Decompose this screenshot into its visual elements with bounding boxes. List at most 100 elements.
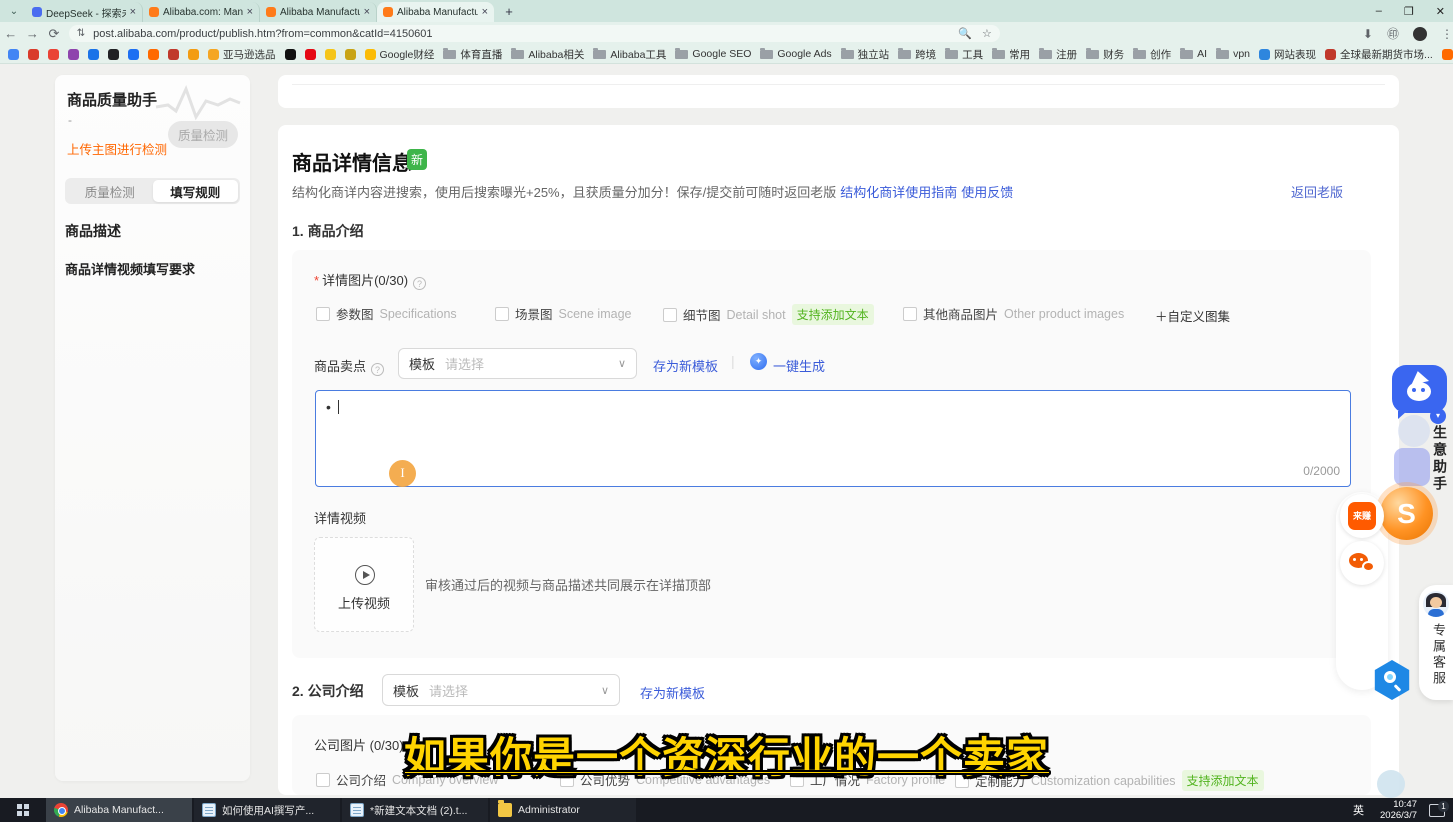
tab-close-icon[interactable] bbox=[482, 6, 488, 18]
bookmark-item[interactable]: 工具 bbox=[945, 47, 983, 62]
ai-generate-icon[interactable] bbox=[750, 353, 767, 370]
extension-icon[interactable] bbox=[1187, 28, 1199, 40]
tray-icon[interactable] bbox=[1205, 804, 1217, 816]
bookmark-item[interactable] bbox=[68, 49, 79, 60]
tab-close-icon[interactable] bbox=[247, 6, 253, 18]
tray-icon[interactable] bbox=[1277, 804, 1289, 816]
browser-tab[interactable]: Alibaba Manufacturer Direct... bbox=[377, 2, 494, 22]
bookmark-item[interactable]: Google SEO bbox=[675, 48, 751, 60]
skype-badge-icon[interactable]: S bbox=[1380, 487, 1433, 540]
taskbar-task[interactable]: Administrator bbox=[490, 798, 636, 822]
extension-icon[interactable] bbox=[1137, 28, 1149, 40]
bookmark-item[interactable]: 改国家 bbox=[1442, 47, 1453, 62]
extension-icon[interactable] bbox=[1012, 28, 1024, 40]
image-type-option[interactable]: 其他商品图片 Other product images bbox=[903, 304, 1124, 323]
bookmark-item[interactable]: 网站表现 bbox=[1259, 47, 1316, 62]
sidebar-tab[interactable]: 填写规则 bbox=[153, 180, 239, 202]
site-info-icon[interactable]: ⇅ bbox=[77, 28, 85, 39]
tray-icon[interactable] bbox=[1097, 804, 1109, 816]
window-restore-button[interactable]: ❐ bbox=[1404, 5, 1414, 18]
extension-icon[interactable] bbox=[1237, 28, 1249, 40]
checkbox[interactable] bbox=[316, 307, 330, 321]
browser-tab[interactable]: Alibaba Manufacturer Direct... bbox=[260, 2, 377, 22]
bookmark-item[interactable] bbox=[148, 49, 159, 60]
checkbox[interactable] bbox=[663, 308, 677, 322]
language-indicator[interactable]: 英 bbox=[1353, 802, 1364, 818]
start-button[interactable] bbox=[0, 798, 46, 822]
reload-button[interactable]: ⟳ bbox=[43, 26, 65, 42]
tab-search-icon[interactable]: ⌄ bbox=[6, 3, 22, 19]
checkbox[interactable] bbox=[495, 307, 509, 321]
bookmark-item[interactable] bbox=[28, 49, 39, 60]
browser-tab[interactable]: Alibaba.com: Manufacturers... bbox=[143, 2, 260, 22]
customer-service-panel[interactable]: 专属客服 bbox=[1419, 585, 1453, 700]
promo-badge-icon[interactable]: 来赚 bbox=[1340, 494, 1384, 538]
feedback-link[interactable]: 使用反馈 bbox=[961, 185, 1013, 200]
tray-icon[interactable] bbox=[1169, 804, 1181, 816]
url-input[interactable] bbox=[91, 27, 958, 41]
bookmark-item[interactable] bbox=[128, 49, 139, 60]
inspection-tool-icon[interactable] bbox=[1372, 660, 1412, 700]
bookmark-item[interactable]: 财务 bbox=[1086, 47, 1124, 62]
collapse-arrow-icon[interactable] bbox=[1430, 408, 1446, 424]
extension-icon[interactable] bbox=[1062, 28, 1074, 40]
taskbar-task[interactable]: Alibaba Manufact... bbox=[46, 798, 192, 822]
assistant-chat-bubble[interactable] bbox=[1392, 365, 1447, 413]
download-icon[interactable]: ⬇ bbox=[1363, 27, 1373, 41]
upload-main-image-link[interactable]: 上传主图进行检测 bbox=[67, 139, 167, 158]
taskbar-task[interactable]: *新建文本文档 (2).t... bbox=[342, 798, 488, 822]
bookmark-item[interactable] bbox=[88, 49, 99, 60]
image-type-option[interactable]: 参数图 Specifications bbox=[316, 304, 457, 323]
tray-icon[interactable] bbox=[1331, 804, 1343, 816]
taskbar-task[interactable]: 如何使用AI撰写产... bbox=[194, 798, 340, 822]
bookmark-item[interactable]: 亚马逊选品 bbox=[208, 47, 276, 62]
extension-icon[interactable] bbox=[1312, 28, 1324, 40]
bookmark-item[interactable] bbox=[168, 49, 179, 60]
sidebar-tab[interactable]: 质量检测 bbox=[67, 180, 153, 202]
extension-icon[interactable] bbox=[1162, 28, 1174, 40]
bookmark-item[interactable] bbox=[305, 49, 316, 60]
bookmark-item[interactable] bbox=[108, 49, 119, 60]
window-minimize-button[interactable]: – bbox=[1376, 5, 1382, 17]
business-assistant-label[interactable]: 生意助手 bbox=[1430, 425, 1450, 493]
extension-icon[interactable] bbox=[1287, 28, 1299, 40]
bookmark-item[interactable] bbox=[285, 49, 296, 60]
extension-icon[interactable] bbox=[1037, 28, 1049, 40]
tray-icon[interactable] bbox=[1313, 804, 1325, 816]
extension-icon[interactable] bbox=[1337, 28, 1349, 40]
back-to-old-version-link[interactable]: 返回老版 bbox=[1291, 182, 1343, 201]
one-click-generate-link[interactable]: 一键生成 bbox=[773, 356, 825, 375]
custom-gallery-button[interactable]: ＋自定义图集 bbox=[1155, 306, 1230, 325]
profile-avatar[interactable] bbox=[1413, 27, 1427, 41]
checkbox[interactable] bbox=[903, 307, 917, 321]
bookmark-item[interactable] bbox=[325, 49, 336, 60]
image-type-option[interactable]: 场景图 Scene image bbox=[495, 304, 631, 323]
notification-center-icon[interactable]: 1 bbox=[1429, 804, 1445, 817]
save-template-link[interactable]: 存为新模板 bbox=[653, 356, 718, 375]
template-select[interactable]: 模板 请选择 bbox=[398, 348, 637, 379]
upload-video-box[interactable]: 上传视频 bbox=[314, 537, 414, 632]
company-template-select[interactable]: 模板 请选择 bbox=[382, 674, 620, 706]
wechat-icon[interactable] bbox=[1340, 541, 1384, 585]
bookmark-item[interactable] bbox=[188, 49, 199, 60]
tray-icon[interactable] bbox=[1223, 804, 1235, 816]
address-bar[interactable]: ⇅ 🔍 ☆ bbox=[69, 25, 1000, 42]
zoom-icon[interactable]: 🔍 bbox=[958, 27, 972, 40]
image-type-option[interactable]: 细节图 Detail shot 支持添加文本 bbox=[663, 304, 874, 325]
tray-icon[interactable] bbox=[1295, 804, 1307, 816]
help-icon[interactable] bbox=[413, 277, 426, 290]
bookmark-item[interactable]: 跨境 bbox=[898, 47, 936, 62]
usage-guide-link[interactable]: 结构化商详使用指南 bbox=[840, 185, 957, 200]
selling-point-editor[interactable]: • 0/2000 bbox=[315, 390, 1351, 487]
bookmark-item[interactable]: vpn bbox=[1216, 48, 1250, 60]
bookmark-item[interactable]: Alibaba工具 bbox=[593, 47, 666, 62]
stamp-icon[interactable]: ㊞ bbox=[1387, 25, 1399, 42]
bookmark-item[interactable]: 创作 bbox=[1133, 47, 1171, 62]
bookmark-item[interactable]: 全球最新期货市场... bbox=[1325, 47, 1433, 62]
bookmark-item[interactable]: AI bbox=[1180, 48, 1207, 60]
extension-icon[interactable] bbox=[1087, 28, 1099, 40]
bookmark-item[interactable]: Alibaba相关 bbox=[511, 47, 584, 62]
tray-icon[interactable] bbox=[1151, 804, 1163, 816]
bookmark-item[interactable] bbox=[48, 49, 59, 60]
tray-icon[interactable] bbox=[1133, 804, 1145, 816]
